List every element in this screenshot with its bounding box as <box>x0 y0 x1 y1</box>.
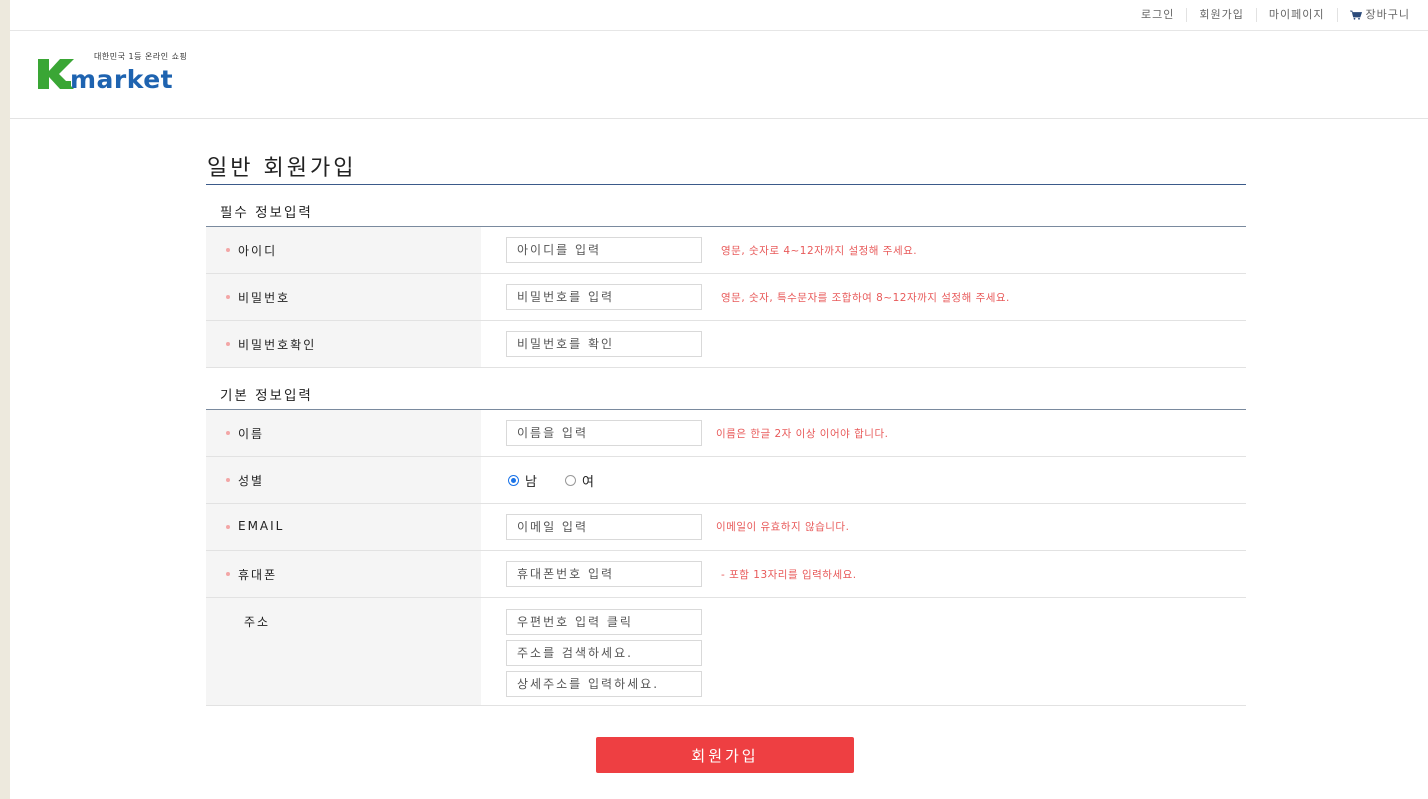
id-hint: 영문, 숫자로 4~12자까지 설정해 주세요. <box>721 245 918 257</box>
site-header: 대한민국 1등 온라인 쇼핑 market <box>10 31 1428 119</box>
required-marker <box>226 478 230 482</box>
email-input[interactable] <box>506 514 702 540</box>
field-row-password-confirm: 비밀번호확인 <box>206 321 1246 368</box>
kmarket-logo[interactable]: 대한민국 1등 온라인 쇼핑 market <box>36 51 246 99</box>
signup-link-label: 회원가입 <box>1199 8 1244 21</box>
field-label-address: 주소 <box>244 615 271 629</box>
mypage-link[interactable]: 마이페이지 <box>1255 8 1337 22</box>
field-label-password: 비밀번호 <box>238 291 291 305</box>
mypage-link-label: 마이페이지 <box>1268 8 1325 21</box>
cart-link-label: 장바구니 <box>1365 8 1410 21</box>
section-basic-title: 기본 정보입력 <box>220 388 313 404</box>
email-hint: 이메일이 유효하지 않습니다. <box>716 521 850 533</box>
page: 로그인 회원가입 마이페이지 장바구니 대한민국 1등 온라인 쇼핑 marke… <box>10 0 1428 799</box>
top-nav: 로그인 회원가입 마이페이지 장바구니 <box>1129 0 1422 30</box>
phone-hint: - 포함 13자리를 입력하세요. <box>721 569 857 581</box>
password-hint: 영문, 숫자, 특수문자를 조합하여 8~12자까지 설정해 주세요. <box>721 292 1010 304</box>
name-hint: 이름은 한글 2자 이상 이어야 합니다. <box>716 428 889 440</box>
required-marker <box>226 431 230 435</box>
signup-link[interactable]: 회원가입 <box>1186 8 1255 22</box>
field-label-name: 이름 <box>238 427 265 441</box>
required-marker <box>226 342 230 346</box>
top-utility-bar: 로그인 회원가입 마이페이지 장바구니 <box>10 0 1428 31</box>
field-row-phone: 휴대폰 - 포함 13자리를 입력하세요. <box>206 551 1246 598</box>
field-label-cell: 성별 <box>206 457 481 503</box>
field-label-id: 아이디 <box>238 244 278 258</box>
phone-input[interactable] <box>506 561 702 587</box>
login-link[interactable]: 로그인 <box>1129 8 1186 22</box>
cart-link[interactable]: 장바구니 <box>1336 8 1422 22</box>
kmarket-wordmark: market <box>38 59 173 94</box>
field-row-name: 이름 이름은 한글 2자 이상 이어야 합니다. <box>206 410 1246 457</box>
login-link-label: 로그인 <box>1141 8 1175 21</box>
svg-text:market: market <box>70 65 173 94</box>
field-label-cell: EMAIL <box>206 504 481 550</box>
title-divider <box>206 184 1246 185</box>
gender-female-label[interactable]: 여 <box>582 471 594 490</box>
address-detail-input[interactable] <box>506 671 702 697</box>
field-row-password: 비밀번호 영문, 숫자, 특수문자를 조합하여 8~12자까지 설정해 주세요. <box>206 274 1246 321</box>
field-label-cell: 주소 <box>206 598 481 705</box>
page-title: 일반 회원가입 <box>207 156 357 181</box>
name-input[interactable] <box>506 420 702 446</box>
gender-radio-group: 남 여 <box>508 471 616 490</box>
cart-icon <box>1349 10 1362 20</box>
field-label-gender: 성별 <box>238 474 265 488</box>
field-row-email: EMAIL 이메일이 유효하지 않습니다. <box>206 504 1246 551</box>
zipcode-input[interactable] <box>506 609 702 635</box>
password-input[interactable] <box>506 284 702 310</box>
field-label-cell: 비밀번호 <box>206 274 481 320</box>
password-confirm-input[interactable] <box>506 331 702 357</box>
required-marker <box>226 572 230 576</box>
field-label-cell: 아이디 <box>206 227 481 273</box>
field-row-gender: 성별 남 여 <box>206 457 1246 504</box>
required-marker <box>226 525 230 529</box>
required-marker <box>226 295 230 299</box>
section-required-title: 필수 정보입력 <box>220 205 313 221</box>
required-marker <box>226 248 230 252</box>
field-label-cell: 비밀번호확인 <box>206 321 481 367</box>
field-label-phone: 휴대폰 <box>238 568 278 582</box>
signup-submit-button[interactable]: 회원가입 <box>596 737 854 773</box>
field-row-id: 아이디 영문, 숫자로 4~12자까지 설정해 주세요. <box>206 227 1246 274</box>
field-label-password-confirm: 비밀번호확인 <box>238 338 317 352</box>
gender-male-radio[interactable] <box>508 475 519 486</box>
field-label-email: EMAIL <box>238 519 285 533</box>
field-row-address: 주소 <box>206 598 1246 706</box>
address-input[interactable] <box>506 640 702 666</box>
id-input[interactable] <box>506 237 702 263</box>
field-label-cell: 이름 <box>206 410 481 456</box>
field-label-cell: 휴대폰 <box>206 551 481 597</box>
gender-male-label[interactable]: 남 <box>525 471 537 490</box>
gender-female-radio[interactable] <box>564 475 576 486</box>
